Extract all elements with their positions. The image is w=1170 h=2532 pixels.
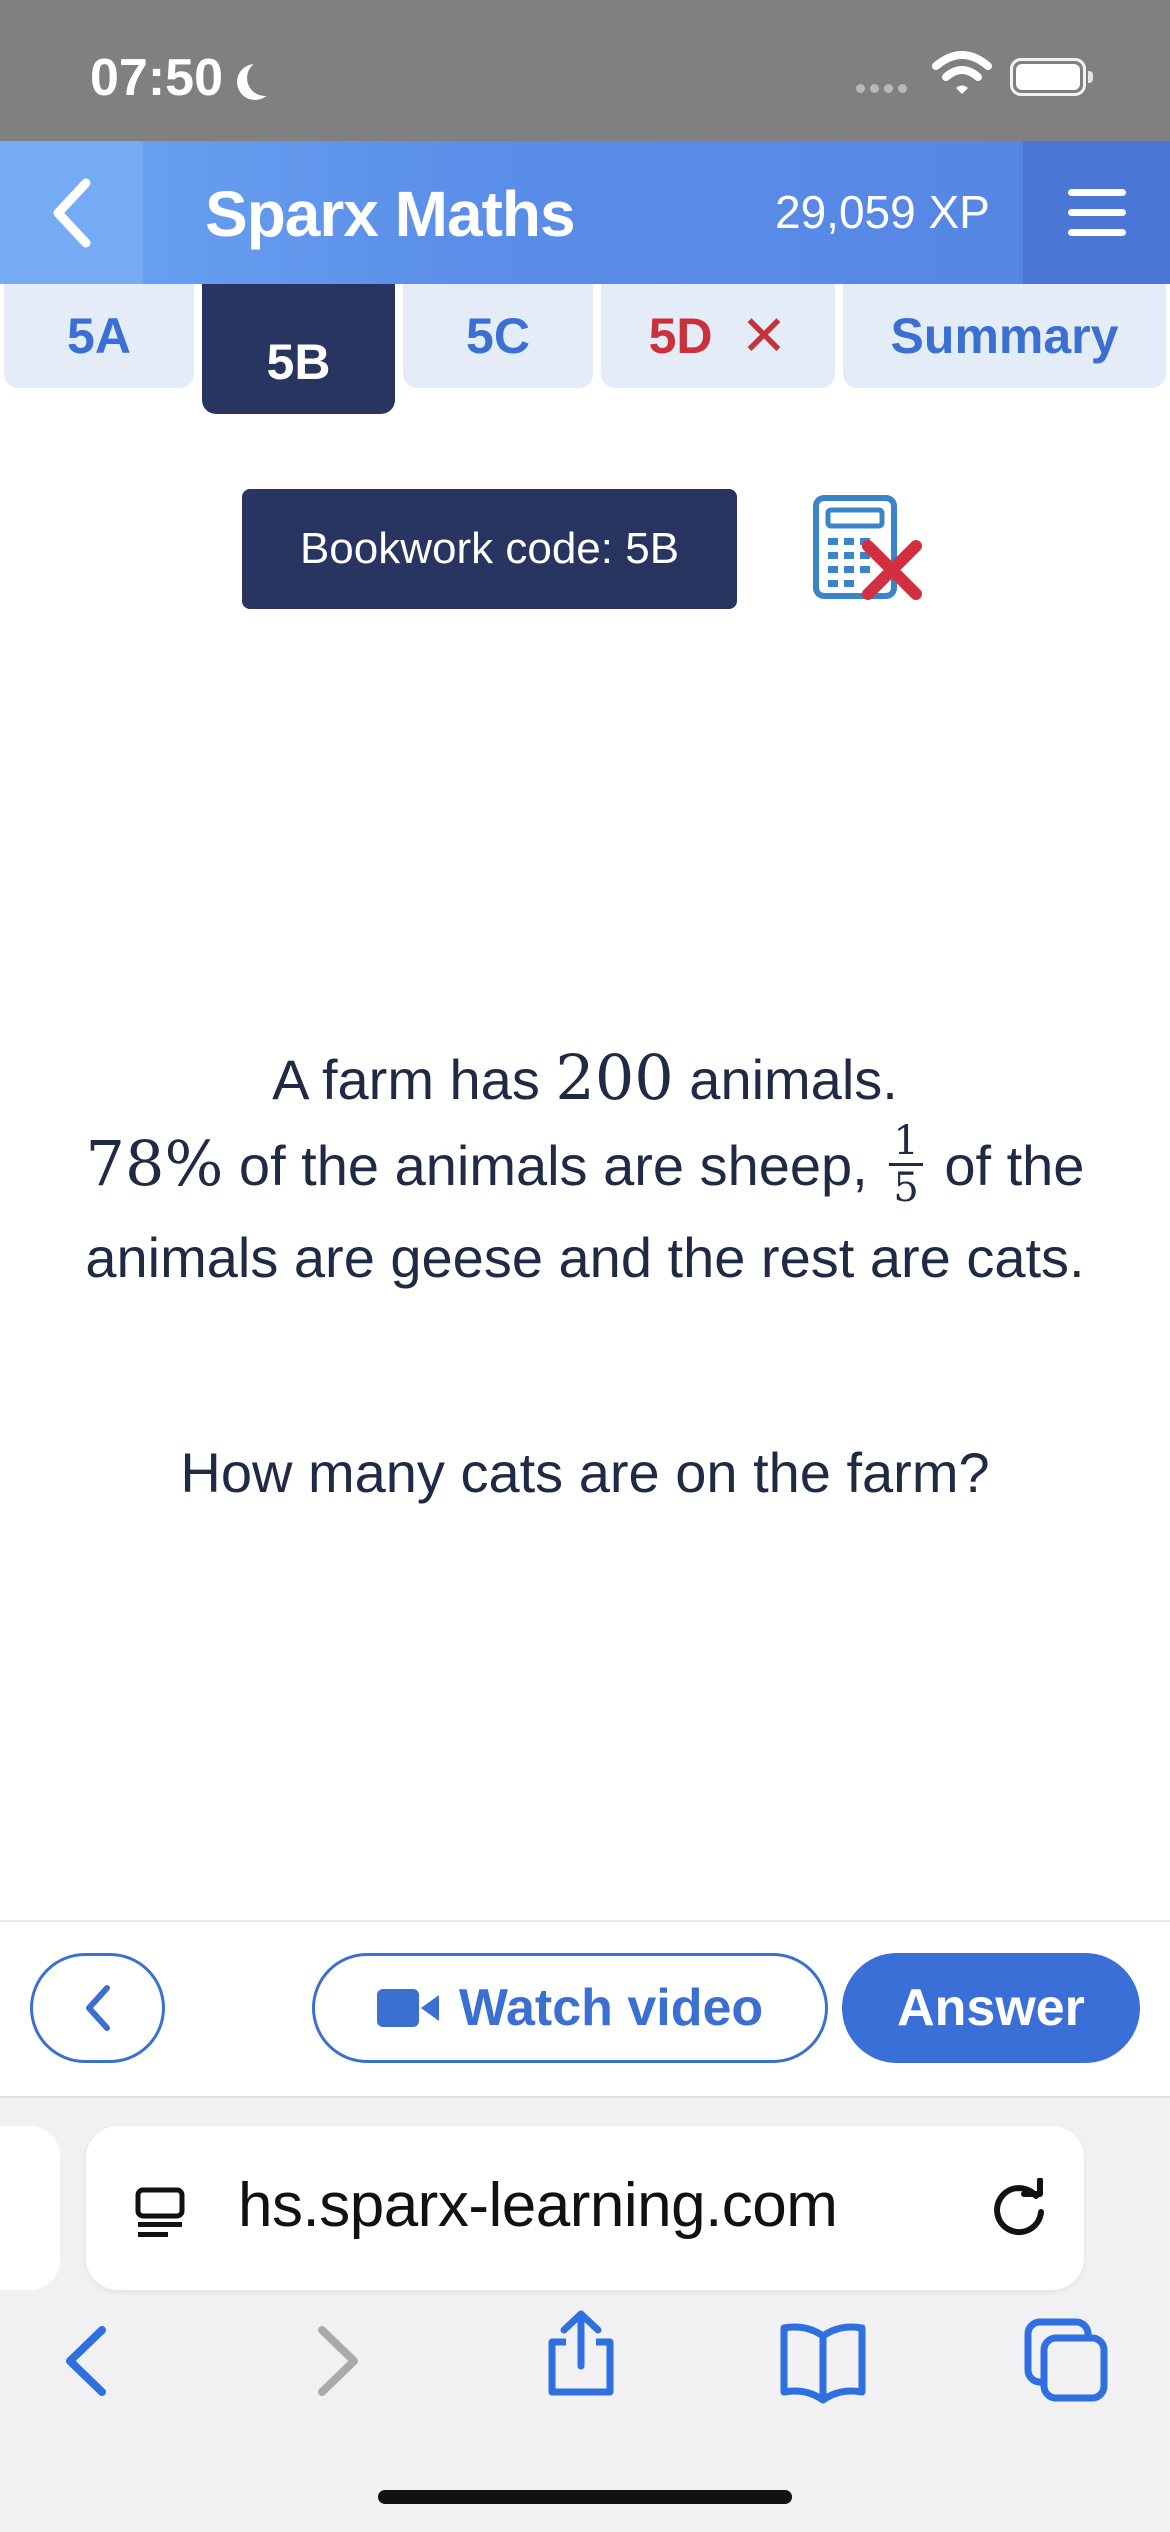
divider xyxy=(0,1920,1170,1922)
fraction-numerator: 1 xyxy=(889,1119,923,1166)
tab-label: 5B xyxy=(266,334,331,390)
tab-5b[interactable]: 5B xyxy=(202,284,395,414)
math-number: 200 xyxy=(555,1041,674,1114)
browser-forward-icon[interactable] xyxy=(292,2316,382,2406)
moon-icon xyxy=(247,60,283,96)
app-title: Sparx Maths xyxy=(205,178,576,250)
header-back-button[interactable] xyxy=(0,141,143,284)
menu-bar-icon xyxy=(1067,209,1126,216)
question-fragment: A farm has xyxy=(272,1048,556,1111)
home-indicator xyxy=(378,2490,792,2504)
url-text: hs.sparx-learning.com xyxy=(238,2171,838,2240)
hamburger-menu-button[interactable] xyxy=(1023,141,1170,284)
tab-5a[interactable]: 5A xyxy=(4,284,194,388)
watch-video-label: Watch video xyxy=(458,1979,764,2037)
tab-summary[interactable]: Summary xyxy=(843,284,1166,388)
question-line-1: A farm has 200 animals. xyxy=(20,1036,1150,1122)
tab-label: 5A xyxy=(67,308,131,364)
chevron-left-icon xyxy=(53,178,90,247)
question-line-2: 78% of the animals are sheep, 15 of the … xyxy=(20,1119,1150,1300)
bookwork-code-text: Bookwork code: 5B xyxy=(299,524,680,573)
answer-button[interactable]: Answer xyxy=(842,1953,1140,2063)
app-header: Sparx Maths 29,059 XP xyxy=(0,141,1170,284)
question-text: A farm has 200 animals. 78% of the anima… xyxy=(20,1036,1150,1300)
status-bar: 07:50 xyxy=(0,0,1170,141)
question-fragment: of the animals are sheep, xyxy=(223,1134,884,1197)
page-menu-icon xyxy=(135,2187,185,2237)
wifi-icon xyxy=(932,51,992,94)
watch-video-button[interactable]: Watch video xyxy=(312,1953,828,2063)
math-fraction: 15 xyxy=(889,1119,923,1211)
chevron-left-icon xyxy=(85,1985,110,2031)
bookwork-code-badge: Bookwork code: 5B xyxy=(242,489,737,609)
tab-5c[interactable]: 5C xyxy=(403,284,593,388)
answer-label: Answer xyxy=(897,1979,1085,2037)
battery-icon xyxy=(1010,58,1093,96)
clock-text: 07:50 xyxy=(90,49,223,107)
tab-label: 5C xyxy=(466,308,530,364)
share-icon[interactable] xyxy=(536,2308,626,2398)
math-percentage: 78% xyxy=(85,1127,224,1200)
incorrect-x-icon: ✕ xyxy=(740,304,788,367)
question-prompt: How many cats are on the farm? xyxy=(180,1441,990,1504)
video-camera-icon xyxy=(376,1989,439,2027)
tab-label: 5D xyxy=(648,308,713,364)
question-fragment: animals. xyxy=(673,1048,898,1111)
menu-bar-icon xyxy=(1067,229,1126,236)
reload-icon[interactable] xyxy=(988,2178,1050,2240)
previous-tab-pill[interactable] xyxy=(0,2126,60,2290)
tabs-icon[interactable] xyxy=(1022,2316,1112,2406)
xp-counter: 29,059 XP xyxy=(775,186,990,238)
address-bar[interactable]: hs.sparx-learning.com xyxy=(86,2126,1084,2290)
tab-label: Summary xyxy=(890,308,1119,364)
fraction-denominator: 5 xyxy=(893,1164,919,1211)
bookmarks-icon[interactable] xyxy=(778,2316,868,2406)
browser-back-icon[interactable] xyxy=(42,2316,132,2406)
calculator-not-allowed-icon xyxy=(813,495,922,600)
menu-bar-icon xyxy=(1067,189,1126,196)
status-time: 07:50 xyxy=(90,48,273,108)
tab-5d[interactable]: 5D ✕ xyxy=(601,284,835,388)
previous-question-button[interactable] xyxy=(30,1953,165,2063)
cellular-signal-icon xyxy=(856,84,907,93)
